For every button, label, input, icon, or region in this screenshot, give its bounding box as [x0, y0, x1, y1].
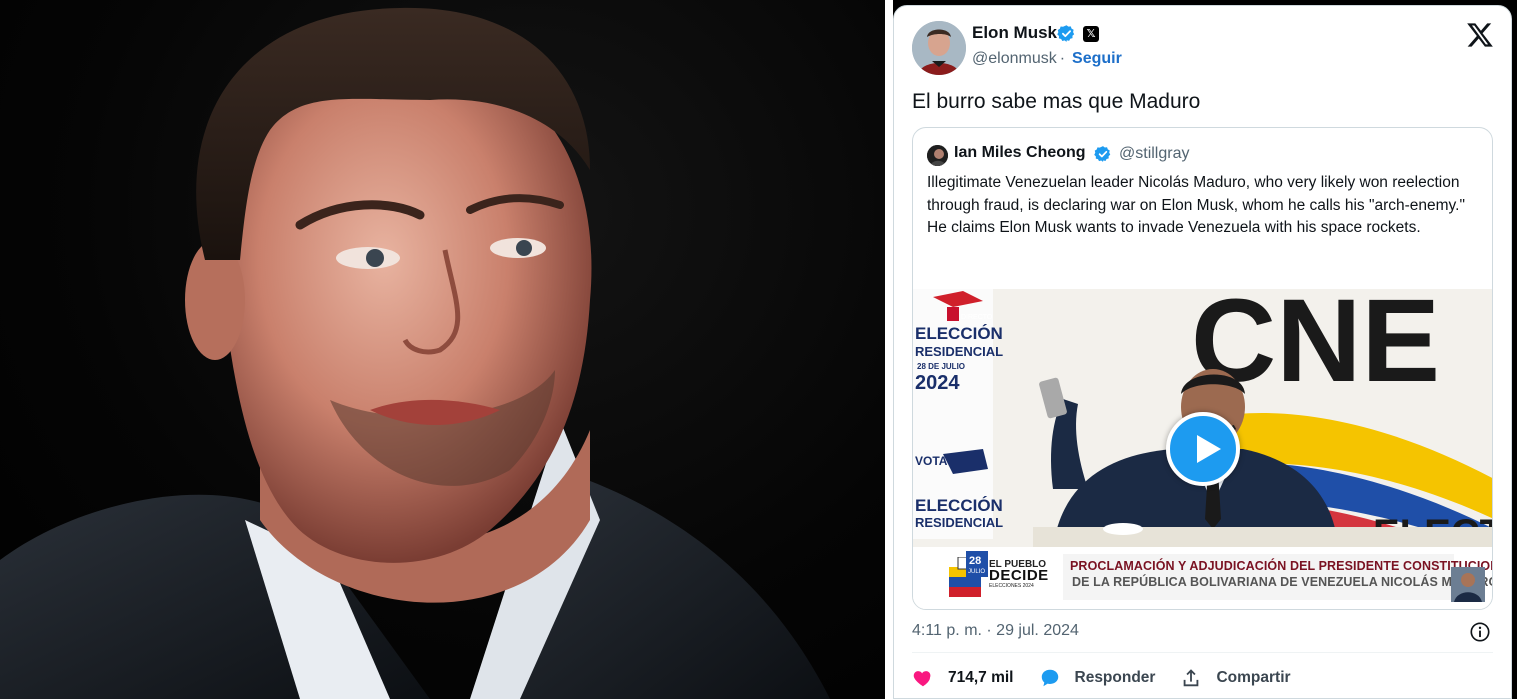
separator-line [912, 652, 1493, 653]
reply-icon [1041, 669, 1058, 687]
like-button[interactable]: 714,7 mil [912, 667, 1014, 689]
quoted-author-name[interactable]: Ian Miles Cheong [954, 144, 1086, 162]
caption-thumbnail [1451, 567, 1485, 602]
brand-block: EL PUEBLO DECIDE ELECCIONES 2024 [989, 559, 1049, 592]
follow-button[interactable]: Seguir [1072, 50, 1122, 67]
verified-icon [1094, 146, 1111, 162]
brand-line-2: DECIDE [989, 567, 1049, 584]
banner-top-4: 2024 [915, 372, 960, 394]
quoted-avatar-illustration [927, 145, 948, 166]
live-tag: DIRECTO [961, 314, 993, 321]
info-icon[interactable] [1469, 621, 1491, 643]
share-icon [1184, 669, 1199, 687]
date-badge-month: JULIO [968, 569, 985, 575]
author-avatar[interactable] [912, 21, 966, 75]
author-name[interactable]: Elon Musk [972, 23, 1057, 43]
caption-line-2: DE LA REPÚBLICA BOLIVARIANA DE VENEZUELA… [1072, 575, 1493, 589]
video-player[interactable]: CNE ELECT ELECCIÓN RESIDENCIAL 28 DE JUL… [913, 289, 1493, 609]
portrait-photo [0, 0, 885, 699]
x-logo-icon[interactable] [1466, 22, 1494, 48]
verified-icon [1057, 25, 1075, 42]
banner-top-2: RESIDENCIAL [915, 344, 1003, 359]
banner-bottom-2: ELECCIÓN [915, 496, 1003, 515]
banner-bottom-3: RESIDENCIAL [915, 515, 1003, 530]
handle-line: @elonmusk · Seguir [972, 50, 1122, 68]
quoted-tweet[interactable]: Ian Miles Cheong @stillgray Illegitimate… [912, 127, 1493, 610]
portrait-illustration [0, 7, 830, 699]
divider [885, 0, 893, 699]
action-bar: 714,7 mil Responder Compartir [912, 666, 1316, 690]
reply-button[interactable]: Responder [1039, 667, 1156, 689]
like-count: 714,7 mil [948, 669, 1014, 686]
reply-label: Responder [1074, 669, 1156, 686]
banner-bottom-1: VOTA [915, 454, 948, 468]
avatar-illustration [912, 21, 966, 75]
heart-icon [913, 671, 931, 687]
banner-top-3: 28 DE JULIO [917, 362, 965, 371]
play-icon [1197, 435, 1221, 463]
date-badge: 28 JULIO [966, 551, 988, 577]
x-affiliate-badge: 𝕏 [1083, 26, 1099, 42]
quoted-author-handle[interactable]: @stillgray [1119, 145, 1189, 163]
share-button[interactable]: Compartir [1180, 667, 1291, 689]
tweet-timestamp[interactable]: 4:11 p. m. · 29 jul. 2024 [912, 622, 1079, 640]
play-button[interactable] [1166, 412, 1240, 486]
caption-line-1: PROCLAMACIÓN Y ADJUDICACIÓN DEL PRESIDEN… [1070, 559, 1493, 573]
share-label: Compartir [1216, 669, 1291, 686]
quoted-text: Illegitimate Venezuelan leader Nicolás M… [927, 174, 1465, 236]
tweet-card: Elon Musk 𝕏 @elonmusk · Seguir El burro sa… [893, 5, 1512, 699]
quoted-author-avatar[interactable] [927, 145, 948, 166]
date-badge-day: 28 [969, 555, 981, 567]
thumbnail-illustration [1451, 567, 1485, 602]
tweet-text: El burro sabe mas que Maduro [912, 90, 1201, 113]
handle-separator: · [1059, 50, 1066, 67]
banner-top-1: ELECCIÓN [915, 324, 1003, 343]
author-handle[interactable]: @elonmusk [972, 50, 1057, 67]
